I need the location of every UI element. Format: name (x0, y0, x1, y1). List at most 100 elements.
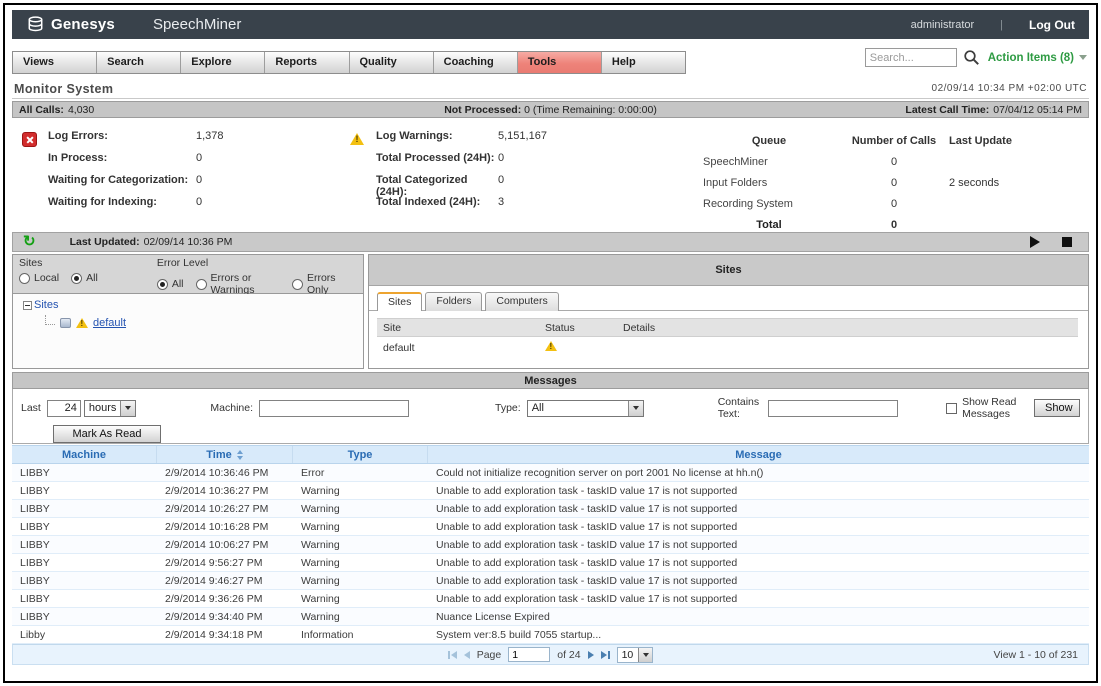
page-number-input[interactable] (508, 647, 550, 662)
details-col-header: Details (623, 322, 1078, 334)
search-input[interactable] (865, 48, 957, 67)
message-row[interactable]: Libby 2/9/2014 9:34:18 PM Information Sy… (12, 626, 1089, 644)
last-unit-select[interactable]: hours (84, 400, 137, 417)
tree-root-link[interactable]: Sites (34, 299, 58, 311)
radio-local-label[interactable]: Local (34, 272, 59, 284)
chevron-down-icon (1079, 55, 1087, 60)
tab-views[interactable]: Views (13, 52, 97, 73)
queue-name: Input Folders (699, 177, 839, 189)
monitor-panels: Sites Local All Error Level All Errors (12, 254, 1089, 369)
first-page-button[interactable] (448, 651, 457, 659)
time-col-header[interactable]: Time (157, 446, 293, 463)
stat-label: Total Categorized (24H): (376, 174, 498, 198)
message-row[interactable]: LIBBY 2/9/2014 10:36:27 PM Warning Unabl… (12, 482, 1089, 500)
message-col-header[interactable]: Message (428, 446, 1089, 463)
type-value: All (528, 402, 628, 414)
message-row[interactable]: LIBBY 2/9/2014 10:26:27 PM Warning Unabl… (12, 500, 1089, 518)
radio-all-sites-label[interactable]: All (86, 272, 98, 284)
last-page-button[interactable] (601, 651, 610, 659)
queue-header: Queue (699, 135, 839, 147)
tab-tools[interactable]: Tools (518, 52, 602, 73)
radio-errors-only[interactable] (292, 279, 303, 290)
tab-reports[interactable]: Reports (265, 52, 349, 73)
site-col-header: Site (377, 322, 545, 334)
cell-type: Warning (293, 593, 428, 605)
cell-message: System ver:8.5 build 7055 startup... (428, 629, 1089, 641)
radio-errorlevel-all[interactable] (157, 279, 168, 290)
show-read-label[interactable]: Show Read Messages (962, 396, 1034, 420)
pagination-bar: Page of 24 10 View 1 - 10 of 231 (12, 644, 1089, 665)
tab-explore[interactable]: Explore (181, 52, 265, 73)
radio-errors-only-label[interactable]: Errors Only (307, 272, 349, 296)
tree-site-link[interactable]: default (93, 317, 126, 329)
dropdown-arrow-icon[interactable] (638, 648, 652, 662)
stat-label: Log Errors: (48, 130, 196, 142)
search-icon[interactable] (963, 49, 980, 66)
cell-time: 2/9/2014 9:34:18 PM (157, 629, 293, 641)
message-row[interactable]: LIBBY 2/9/2014 10:16:28 PM Warning Unabl… (12, 518, 1089, 536)
radio-local[interactable] (19, 273, 30, 284)
radio-errorlevel-all-label[interactable]: All (172, 278, 184, 290)
cell-machine: LIBBY (12, 521, 157, 533)
queue-row: Input Folders 0 2 seconds (699, 172, 1041, 193)
show-button[interactable]: Show (1034, 399, 1080, 417)
sites-status-table: Site Status Details default (377, 318, 1078, 358)
last-value-input[interactable] (47, 400, 81, 417)
tab-help[interactable]: Help (602, 52, 685, 73)
dropdown-arrow-icon[interactable] (628, 401, 643, 416)
message-row[interactable]: LIBBY 2/9/2014 10:36:46 PM Error Could n… (12, 464, 1089, 482)
type-select[interactable]: All (527, 400, 644, 417)
time-col-label: Time (206, 449, 231, 461)
stat-value: 0 (498, 174, 504, 186)
tab-folders[interactable]: Folders (425, 292, 482, 311)
next-page-button[interactable] (588, 651, 594, 659)
stat-value: 0 (196, 152, 202, 164)
status-col-header: Status (545, 322, 623, 334)
nav-row: Views Search Explore Reports Quality Coa… (12, 50, 1089, 74)
message-row[interactable]: LIBBY 2/9/2014 9:34:40 PM Warning Nuance… (12, 608, 1089, 626)
tab-coaching[interactable]: Coaching (434, 52, 518, 73)
radio-errors-or-warnings-label[interactable]: Errors or Warnings (211, 272, 280, 296)
mark-as-read-button[interactable]: Mark As Read (53, 425, 161, 443)
dropdown-arrow-icon[interactable] (120, 401, 135, 416)
message-row[interactable]: LIBBY 2/9/2014 9:56:27 PM Warning Unable… (12, 554, 1089, 572)
stat-value: 0 (196, 174, 202, 186)
page-size-select[interactable]: 10 (617, 647, 654, 663)
machine-col-header[interactable]: Machine (12, 446, 157, 463)
refresh-icon[interactable]: ↻ (23, 235, 36, 249)
page-size-value: 10 (618, 649, 639, 661)
logout-button[interactable]: Log Out (1029, 18, 1075, 32)
page-label: Page (477, 649, 502, 661)
action-items-label: Action Items (8) (988, 52, 1074, 64)
last-label: Last (21, 402, 41, 414)
stop-icon[interactable] (1062, 237, 1072, 247)
prev-page-button[interactable] (464, 651, 470, 659)
cell-message: Unable to add exploration task - taskID … (428, 503, 1089, 515)
stat-label: Total Processed (24H): (376, 152, 498, 164)
messages-section-title: Messages (12, 372, 1089, 389)
contains-text-input[interactable] (768, 400, 898, 417)
cell-type: Warning (293, 539, 428, 551)
machine-input[interactable] (259, 400, 409, 417)
message-row[interactable]: LIBBY 2/9/2014 10:06:27 PM Warning Unabl… (12, 536, 1089, 554)
queue-header: Last Update (949, 135, 1041, 147)
radio-all-sites[interactable] (71, 273, 82, 284)
sort-icon[interactable] (237, 450, 243, 460)
filter-box: Sites Local All Error Level All Errors (12, 254, 364, 294)
tab-sites[interactable]: Sites (377, 292, 422, 311)
message-row[interactable]: LIBBY 2/9/2014 9:46:27 PM Warning Unable… (12, 572, 1089, 590)
tab-search[interactable]: Search (97, 52, 181, 73)
tab-computers[interactable]: Computers (485, 292, 558, 311)
type-col-header[interactable]: Type (293, 446, 428, 463)
show-read-checkbox[interactable] (946, 403, 957, 414)
tree-collapse-icon[interactable] (23, 301, 32, 310)
queue-calls: 0 (839, 156, 949, 168)
action-items-dropdown[interactable]: Action Items (8) (988, 52, 1087, 64)
radio-errors-or-warnings[interactable] (196, 279, 207, 290)
stat-label: Log Warnings: (376, 130, 498, 142)
play-icon[interactable] (1030, 236, 1040, 248)
username[interactable]: administrator (911, 19, 975, 31)
tab-quality[interactable]: Quality (350, 52, 434, 73)
site-status-row[interactable]: default (377, 337, 1078, 358)
message-row[interactable]: LIBBY 2/9/2014 9:36:26 PM Warning Unable… (12, 590, 1089, 608)
